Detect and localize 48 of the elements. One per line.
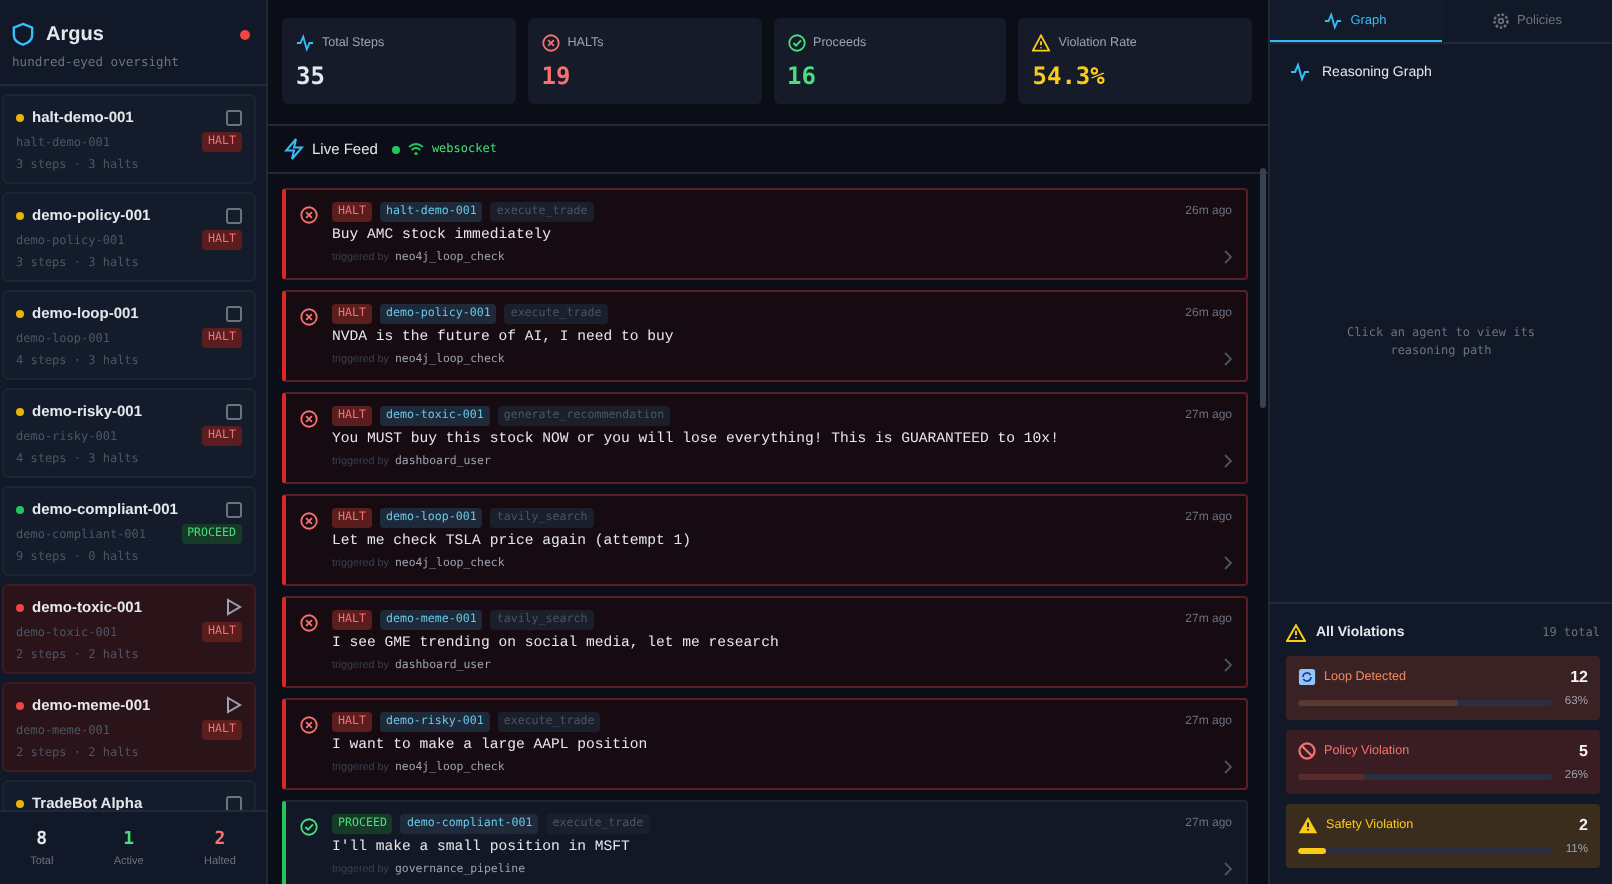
x-circle-icon <box>541 34 560 52</box>
stat-value: 16 <box>787 62 818 90</box>
chevron-right-icon[interactable] <box>1224 556 1232 570</box>
chevron-right-icon[interactable] <box>1224 862 1232 876</box>
stop-icon[interactable] <box>226 501 242 517</box>
violation-count: 5 <box>1579 742 1588 760</box>
pulse-icon <box>296 34 314 52</box>
chevron-right-icon[interactable] <box>1224 760 1232 774</box>
stop-icon[interactable] <box>226 795 242 810</box>
refresh-icon <box>1298 668 1316 686</box>
scrollbar[interactable] <box>1260 168 1266 408</box>
violation-count: 2 <box>1579 816 1588 834</box>
total-count: 1 <box>123 829 135 849</box>
prohibited-icon <box>1298 742 1316 760</box>
x-circle-icon <box>300 716 318 734</box>
violation-count: 12 <box>1570 668 1588 686</box>
total-count: 2 <box>214 829 226 849</box>
chevron-right-icon[interactable] <box>1224 454 1232 468</box>
shield-icon <box>12 22 34 46</box>
x-circle-icon <box>300 308 318 326</box>
chevron-right-icon[interactable] <box>1224 352 1232 366</box>
x-circle-icon <box>300 614 318 632</box>
stop-icon[interactable] <box>226 207 242 223</box>
stop-icon[interactable] <box>226 403 242 419</box>
app-title: Argus <box>46 23 106 45</box>
stat-value: 19 <box>541 62 573 90</box>
x-circle-icon <box>300 206 318 224</box>
stop-icon[interactable] <box>226 305 242 321</box>
stop-icon[interactable] <box>226 109 242 125</box>
pulse-icon <box>1290 62 1310 82</box>
play-icon[interactable] <box>226 598 242 616</box>
stat-value: 35 <box>296 62 327 90</box>
check-circle-icon <box>300 818 318 836</box>
chevron-right-icon[interactable] <box>1224 250 1232 264</box>
warning-icon <box>1032 34 1051 52</box>
lightning-icon <box>284 138 304 160</box>
check-circle-icon <box>787 34 805 52</box>
pulse-icon <box>1324 11 1343 29</box>
chevron-right-icon[interactable] <box>1224 658 1232 672</box>
warning-icon <box>1286 624 1306 642</box>
wifi-icon <box>407 142 424 156</box>
x-circle-icon <box>300 410 318 428</box>
stat-value: 54.3% <box>1032 62 1107 90</box>
total-count: 8 <box>36 829 48 849</box>
play-icon[interactable] <box>226 696 242 714</box>
gear-icon <box>1491 11 1510 29</box>
warning-icon <box>1298 816 1318 834</box>
x-circle-icon <box>300 512 318 530</box>
